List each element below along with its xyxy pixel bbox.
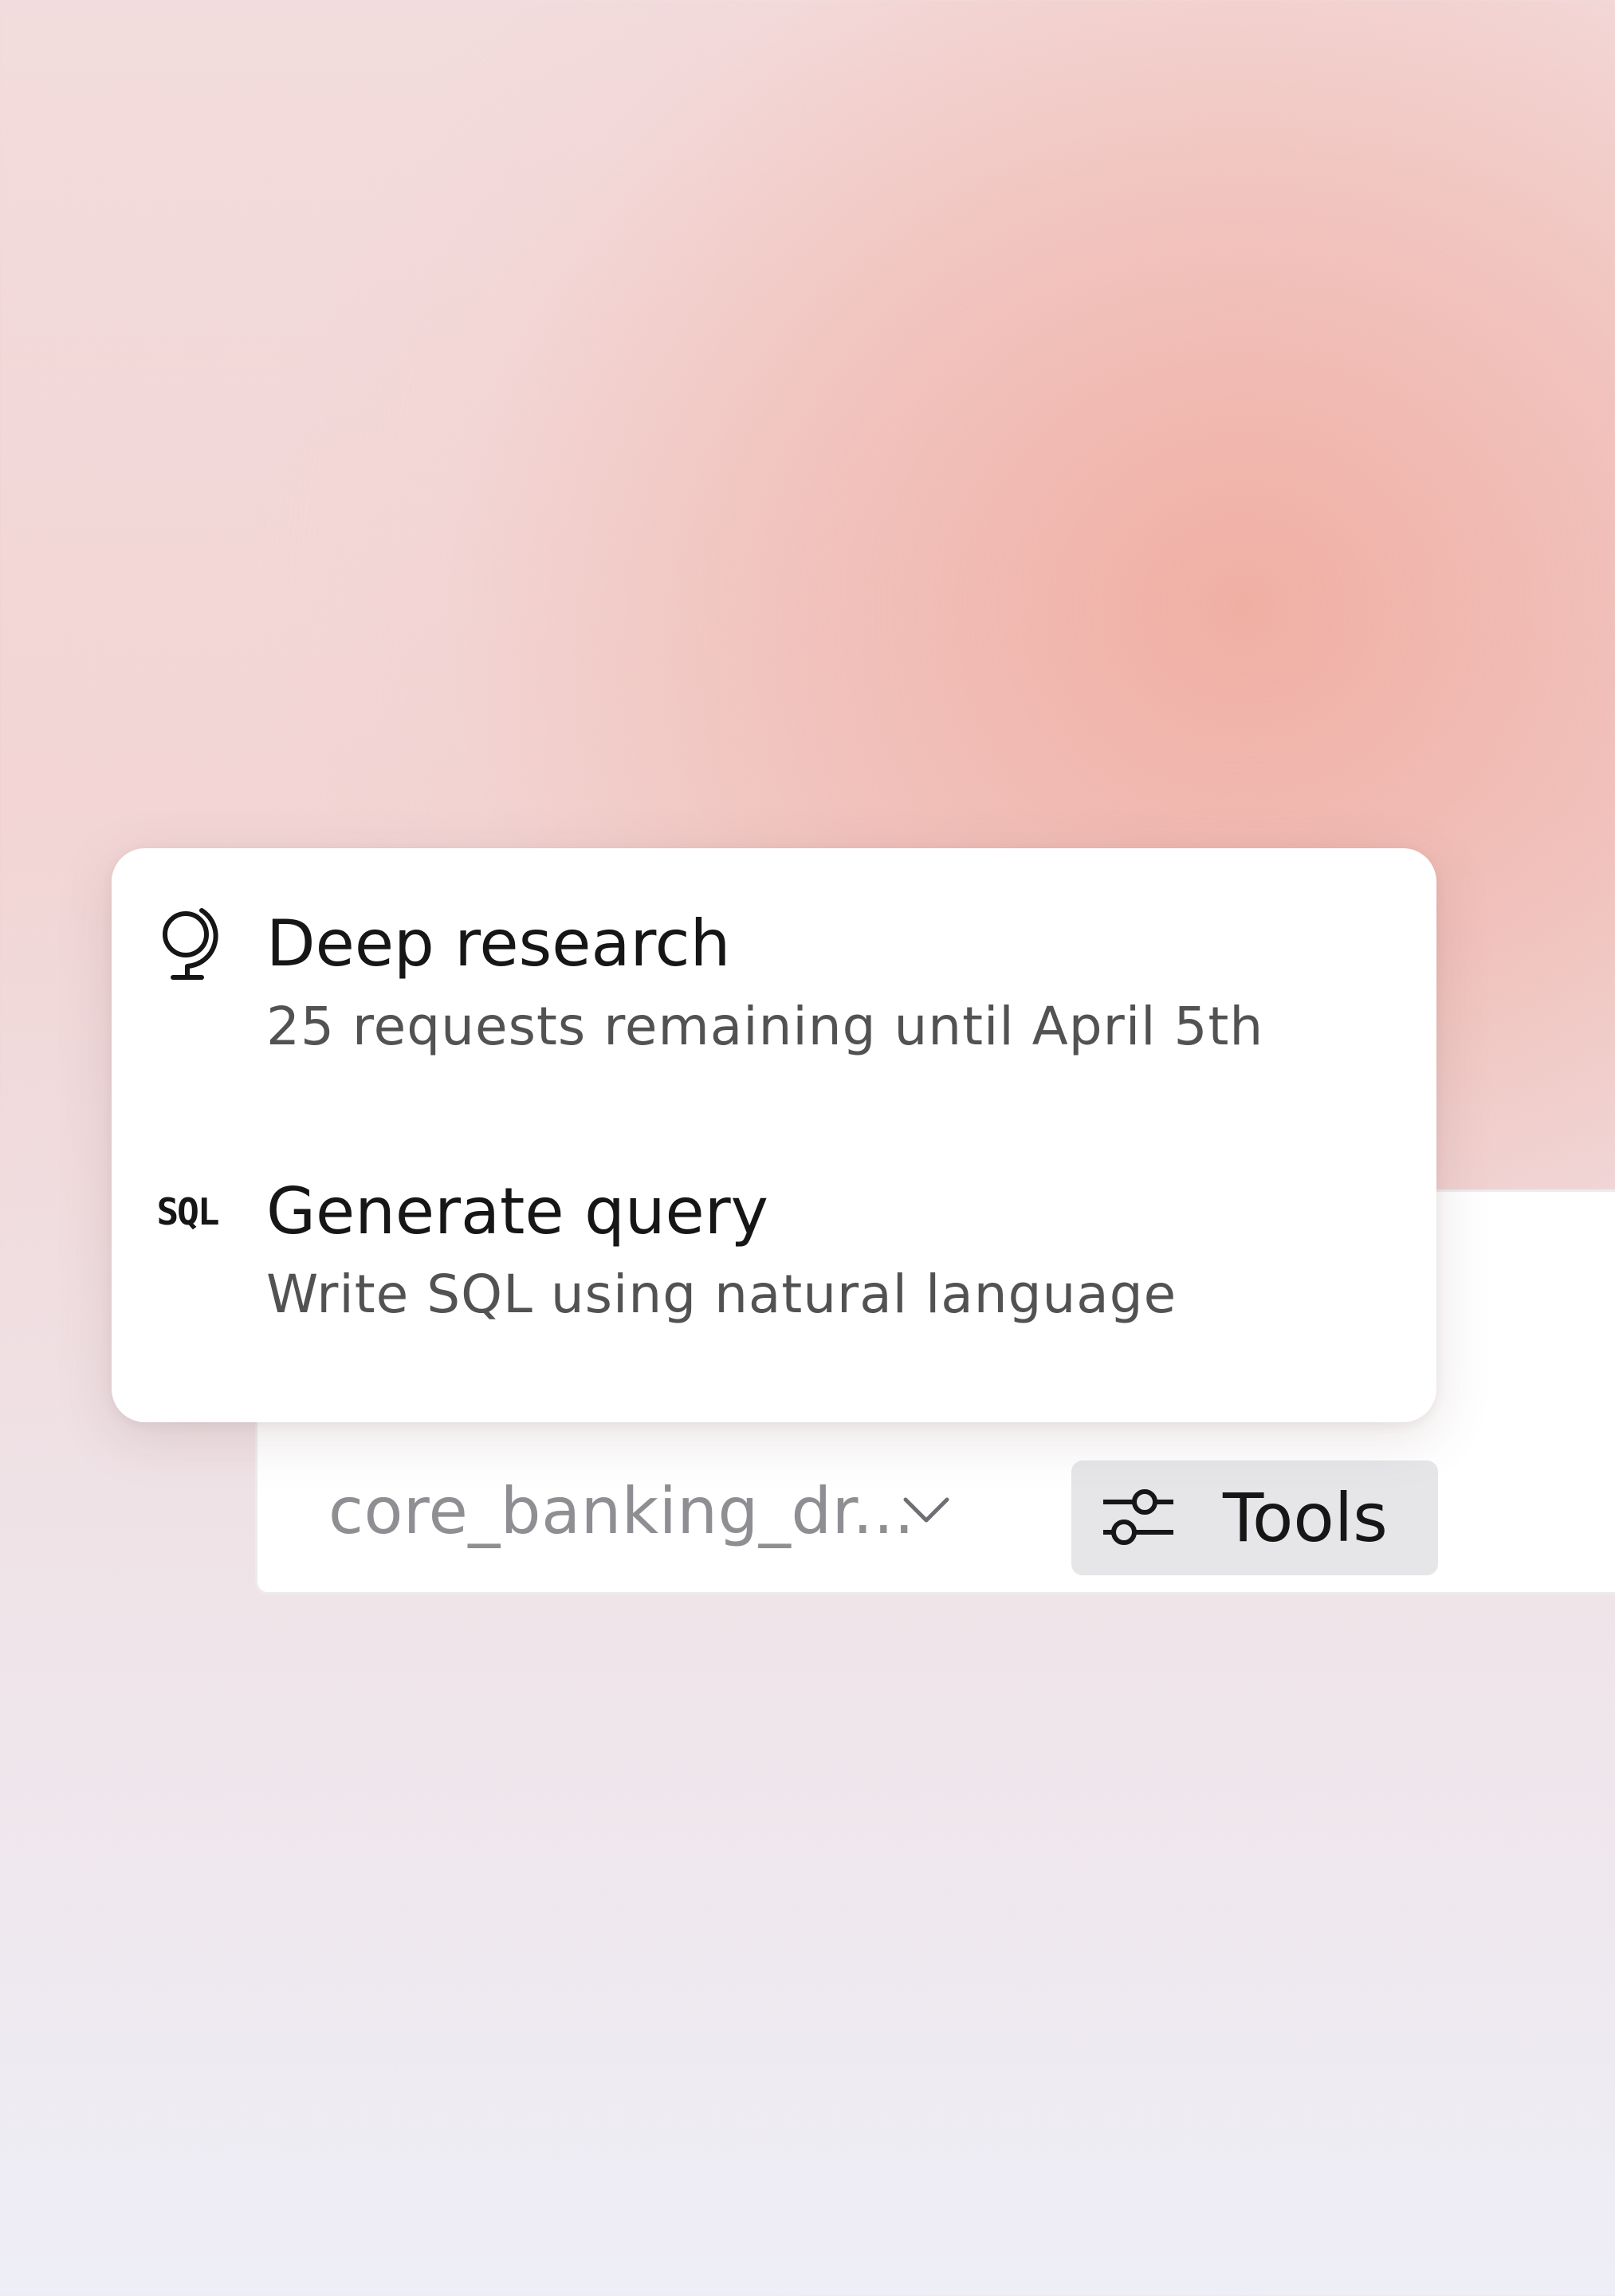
menu-item-title: Deep research bbox=[266, 906, 731, 981]
sql-icon: SQL bbox=[153, 1172, 222, 1252]
menu-item-subtitle: 25 requests remaining until April 5th bbox=[266, 996, 1264, 1057]
sliders-icon bbox=[1100, 1486, 1173, 1550]
menu-item-subtitle: Write SQL using natural language bbox=[266, 1264, 1177, 1325]
tools-button-label: Tools bbox=[1223, 1479, 1388, 1557]
menu-item-generate-query[interactable]: SQL Generate query Write SQL using natur… bbox=[112, 1172, 1436, 1403]
globe-icon bbox=[153, 904, 222, 984]
chevron-down-icon bbox=[902, 1487, 950, 1535]
menu-item-deep-research[interactable]: Deep research 25 requests remaining unti… bbox=[112, 904, 1436, 1135]
database-selector-value: core_banking_dr... bbox=[328, 1473, 915, 1548]
tools-button[interactable]: Tools bbox=[1071, 1461, 1438, 1575]
database-selector[interactable]: core_banking_dr... bbox=[328, 1467, 950, 1555]
menu-item-title: Generate query bbox=[266, 1174, 768, 1248]
tools-menu: Deep research 25 requests remaining unti… bbox=[112, 848, 1436, 1422]
sql-icon-text: SQL bbox=[156, 1190, 219, 1233]
